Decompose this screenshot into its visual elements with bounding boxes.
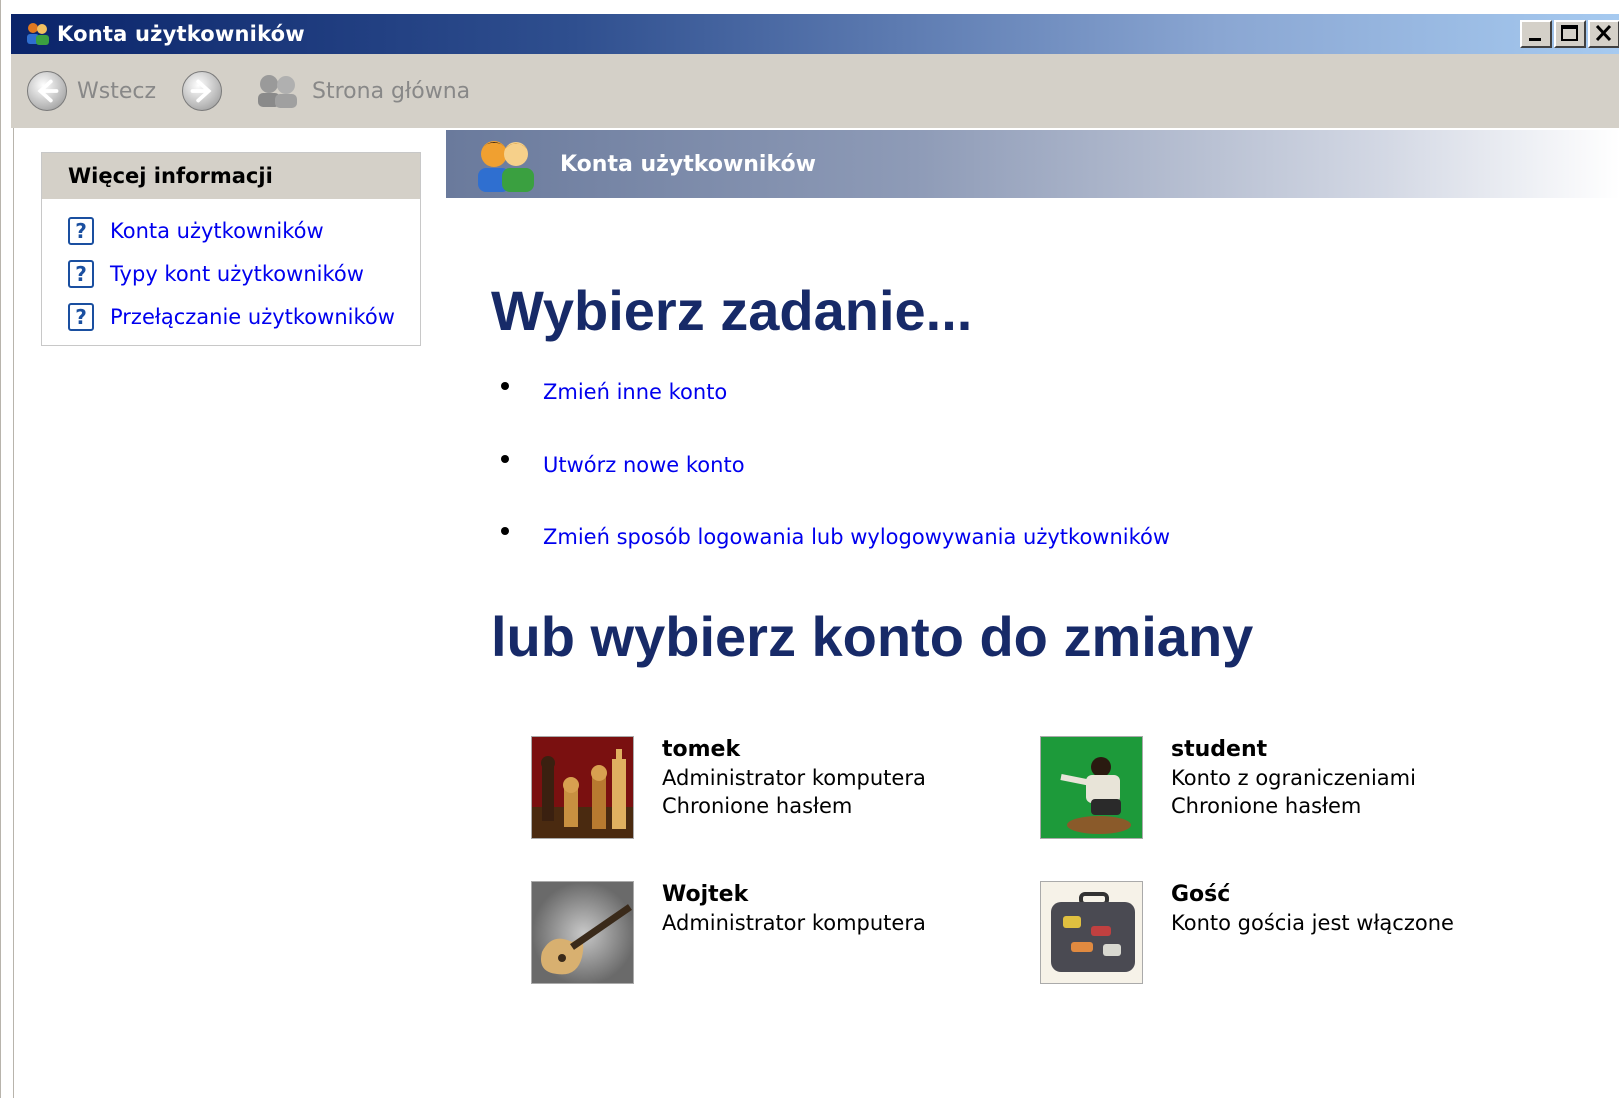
minimize-icon — [1529, 38, 1541, 41]
users-app-icon — [27, 23, 49, 45]
bullet — [501, 382, 509, 390]
task-label: Zmień inne konto — [543, 380, 728, 404]
maximize-icon — [1561, 25, 1578, 41]
close-icon — [1595, 24, 1612, 42]
account-guest[interactable]: Gość Konto gościa jest włączone — [1040, 881, 1454, 984]
help-link-label: Przełączanie użytkowników — [110, 304, 395, 329]
users-home-icon — [258, 75, 298, 108]
home-button[interactable]: Strona główna — [254, 71, 470, 111]
more-info-panel: Więcej informacji ? Konta użytkowników ?… — [41, 152, 421, 346]
help-icon: ? — [68, 216, 94, 245]
task-change-logon-logoff[interactable]: Zmień sposób logowania lub wylogowywania… — [501, 525, 1170, 549]
window-left-border — [13, 128, 14, 1098]
bullet — [501, 527, 509, 535]
help-link-label: Typy kont użytkowników — [110, 261, 364, 286]
pick-account-heading: lub wybierz konto do zmiany — [491, 605, 1254, 668]
account-wojtek[interactable]: Wojtek Administrator komputera — [531, 881, 926, 984]
suitcase-picture — [1040, 881, 1143, 984]
help-link-account-types[interactable]: ? Typy kont użytkowników — [42, 252, 420, 295]
window-controls — [1520, 20, 1619, 48]
user-accounts-window: Konta użytkowników Wstecz Strona główna … — [0, 0, 1619, 1098]
home-label: Strona główna — [312, 78, 471, 104]
close-button[interactable] — [1588, 20, 1619, 48]
task-change-other-account[interactable]: Zmień inne konto — [501, 380, 727, 404]
account-status: Konto gościa jest włączone — [1171, 911, 1454, 935]
account-info: Gość Konto gościa jest włączone — [1171, 881, 1454, 984]
more-info-list: ? Konta użytkowników ? Typy kont użytkow… — [42, 199, 420, 338]
account-password-status: Chronione hasłem — [1171, 794, 1362, 818]
pick-task-heading: Wybierz zadanie... — [491, 279, 973, 342]
help-link-label: Konta użytkowników — [110, 218, 324, 243]
account-info: tomek Administrator komputera Chronione … — [662, 736, 926, 839]
back-arrow-icon — [27, 71, 67, 111]
account-name: Wojtek — [662, 882, 749, 907]
page-banner: Konta użytkowników — [446, 130, 1619, 198]
account-tomek[interactable]: tomek Administrator komputera Chronione … — [531, 736, 926, 839]
bullet — [501, 455, 509, 463]
minimize-button[interactable] — [1520, 20, 1552, 48]
help-icon: ? — [68, 302, 94, 331]
chess-picture — [531, 736, 634, 839]
help-link-switching-users[interactable]: ? Przełączanie użytkowników — [42, 295, 420, 338]
navigation-toolbar: Wstecz Strona główna — [11, 54, 1619, 128]
task-label: Utwórz nowe konto — [543, 453, 745, 477]
account-info: student Konto z ograniczeniami Chronione… — [1171, 736, 1416, 839]
account-student[interactable]: student Konto z ograniczeniami Chronione… — [1040, 736, 1416, 839]
maximize-button[interactable] — [1554, 20, 1586, 48]
window-title: Konta użytkowników — [57, 22, 305, 46]
title-bar: Konta użytkowników — [11, 14, 1619, 54]
skateboarder-picture — [1040, 736, 1143, 839]
account-password-status: Chronione hasłem — [662, 794, 853, 818]
help-icon: ? — [68, 259, 94, 288]
back-label: Wstecz — [77, 78, 157, 104]
users-icon — [478, 141, 534, 192]
account-type: Konto z ograniczeniami — [1171, 766, 1416, 790]
account-type: Administrator komputera — [662, 766, 926, 790]
account-info: Wojtek Administrator komputera — [662, 881, 926, 984]
account-type: Administrator komputera — [662, 911, 926, 935]
account-name: Gość — [1171, 882, 1231, 907]
task-create-account[interactable]: Utwórz nowe konto — [501, 453, 745, 477]
forward-button[interactable] — [182, 71, 223, 111]
guitar-picture — [531, 881, 634, 984]
more-info-heading: Więcej informacji — [42, 153, 420, 199]
help-link-user-accounts[interactable]: ? Konta użytkowników — [42, 209, 420, 252]
account-name: tomek — [662, 737, 741, 762]
banner-title: Konta użytkowników — [560, 151, 816, 177]
forward-arrow-icon — [182, 71, 223, 111]
account-name: student — [1171, 737, 1268, 762]
task-label: Zmień sposób logowania lub wylogowywania… — [543, 525, 1171, 549]
back-button[interactable]: Wstecz — [27, 71, 156, 111]
